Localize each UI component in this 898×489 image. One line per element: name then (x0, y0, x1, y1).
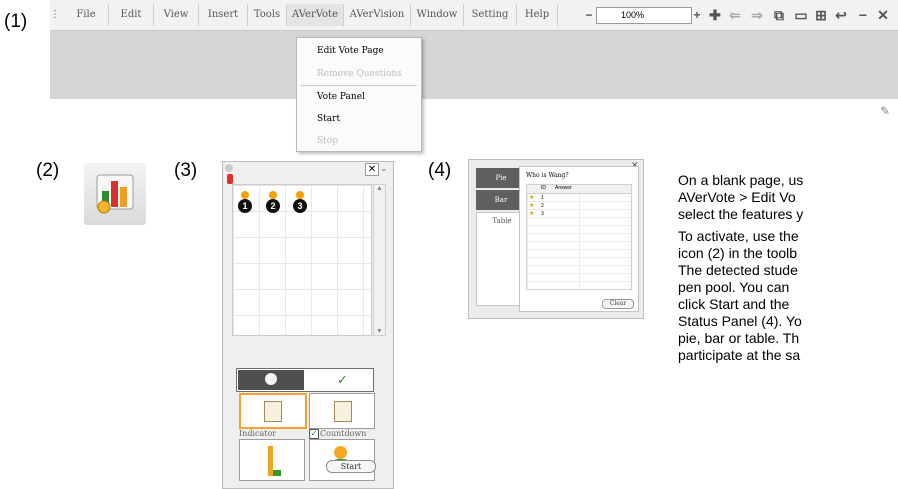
avervote-dropdown: Edit Vote Page Remove Questions Vote Pan… (296, 37, 422, 152)
presenter-icon (227, 174, 233, 184)
mode-row: ✓ (236, 368, 374, 392)
text-line: The detected stude (678, 262, 798, 278)
table-header: ID Answer (527, 185, 631, 194)
star-icon: ★ (529, 211, 535, 217)
column-answer: Answer (555, 185, 572, 191)
back-arrow-icon[interactable]: ⇐ (726, 6, 744, 24)
device-icon (265, 373, 277, 385)
question-text: Who is Wang? (526, 172, 569, 179)
pen-icon: 2 (266, 191, 280, 213)
result-table: ID Answer ★ 1 ★ 2 ★ 3 (526, 184, 632, 290)
text-line: select the features y (678, 206, 804, 222)
grip-icon: ⋮ (50, 9, 60, 20)
status-panel: ✕ Pie Bar Table Who is Wang? ID Answer ★… (468, 159, 644, 319)
text-line: icon (2) in the toolb (678, 245, 798, 261)
vote-panel: ✕ ⌄ 1 2 3 ▲ ▼ ✓ Indicator ✓ Countdown St… (222, 161, 394, 489)
dropdown-arrow-icon[interactable]: ⌄ (380, 163, 388, 174)
menu-separator (301, 85, 417, 86)
row-id: 1 (541, 195, 544, 201)
menu-vote-panel[interactable]: Vote Panel (317, 92, 365, 102)
windows-icon[interactable]: ⧉ (770, 6, 788, 24)
menu-help[interactable]: Help (517, 4, 558, 26)
text-line: pie, bar or table. Th (678, 330, 800, 346)
zoom-field[interactable]: 100% (596, 7, 692, 24)
zoom-in-icon[interactable]: + (688, 6, 706, 24)
text-line: participate at the sa (678, 347, 801, 363)
menu-setting[interactable]: Setting (464, 4, 517, 26)
document-icon (264, 401, 282, 422)
pen-pool-scrollbar[interactable]: ▲ ▼ (373, 184, 386, 336)
text-line: pen pool. You can (678, 279, 790, 295)
step-number-4: (4) (428, 160, 452, 181)
text-line: Status Panel (4). Yo (678, 313, 802, 329)
result-table-view: Who is Wang? ID Answer ★ 1 ★ 2 ★ 3 Clear (519, 166, 639, 312)
document-icon (334, 401, 352, 422)
menu-view[interactable]: View (154, 4, 199, 26)
question-mode-button[interactable] (239, 393, 307, 429)
menu-tools[interactable]: Tools (248, 4, 287, 26)
pen-tool-icon: ✎ (880, 104, 891, 118)
check-pen-icon[interactable]: ✓ (337, 372, 348, 388)
menu-remove-questions: Remove Questions (317, 69, 402, 79)
menu-edit[interactable]: Edit (109, 4, 154, 26)
scroll-up-icon[interactable]: ▲ (374, 185, 385, 192)
column-id: ID (541, 185, 546, 191)
vote-chart-icon (96, 174, 134, 214)
menu-avervote[interactable]: AVerVote (287, 4, 344, 26)
menu-file[interactable]: File (64, 4, 109, 26)
menu-edit-vote-page[interactable]: Edit Vote Page (317, 46, 384, 56)
zoom-value: 100% (621, 10, 645, 20)
row-id: 3 (541, 211, 544, 217)
answer-mode-button[interactable] (309, 393, 375, 429)
more-icon[interactable]: | (892, 6, 898, 24)
star-icon: ★ (529, 203, 535, 209)
indicator-base-icon (273, 470, 281, 476)
avervote-icon[interactable] (84, 163, 146, 225)
start-button[interactable]: Start (326, 460, 376, 473)
pen-icon: 3 (293, 191, 307, 213)
step-number-1: (1) (4, 11, 28, 32)
grid-icon[interactable]: ⊞ (812, 6, 830, 24)
clear-button[interactable]: Clear (602, 299, 634, 309)
star-icon: ★ (529, 195, 535, 201)
text-line: To activate, use the (678, 228, 799, 244)
menu-window[interactable]: Window (411, 4, 464, 26)
panel-grip-icon (225, 164, 233, 172)
menu-insert[interactable]: Insert (199, 4, 248, 26)
pen-pool-grid: 1 2 3 (232, 184, 372, 336)
scroll-down-icon[interactable]: ▼ (374, 328, 385, 335)
text-line: On a blank page, us (678, 172, 804, 188)
pen-icon: 1 (238, 191, 252, 213)
minimize-icon[interactable]: − (854, 6, 872, 24)
countdown-checkbox[interactable]: ✓ (309, 429, 319, 439)
step-number-2: (2) (36, 160, 60, 181)
mode-device-button[interactable] (238, 370, 304, 390)
menu-avervision[interactable]: AVerVision (344, 4, 411, 26)
add-page-icon[interactable]: ✚ (706, 6, 724, 24)
screen-icon[interactable]: ▭ (792, 6, 810, 24)
close-icon[interactable]: ✕ (365, 163, 379, 176)
canvas-area (50, 31, 898, 99)
person-icon (334, 446, 347, 459)
forward-arrow-icon[interactable]: ⇒ (748, 6, 766, 24)
indicator-label: Indicator (239, 429, 277, 438)
countdown-label: Countdown (320, 429, 367, 438)
menu-stop: Stop (317, 136, 338, 146)
menu-bar: ⋮ File Edit View Insert Tools AVerVote A… (50, 0, 898, 31)
row-id: 2 (541, 203, 544, 209)
undo-icon[interactable]: ↩ (832, 6, 850, 24)
close-icon[interactable]: ✕ (874, 6, 892, 24)
text-line: click Start and the (678, 296, 790, 312)
step-number-3: (3) (174, 160, 198, 181)
text-line: AVerVote > Edit Vo (678, 189, 796, 205)
indicator-button[interactable] (239, 439, 305, 481)
menu-start[interactable]: Start (317, 114, 340, 124)
